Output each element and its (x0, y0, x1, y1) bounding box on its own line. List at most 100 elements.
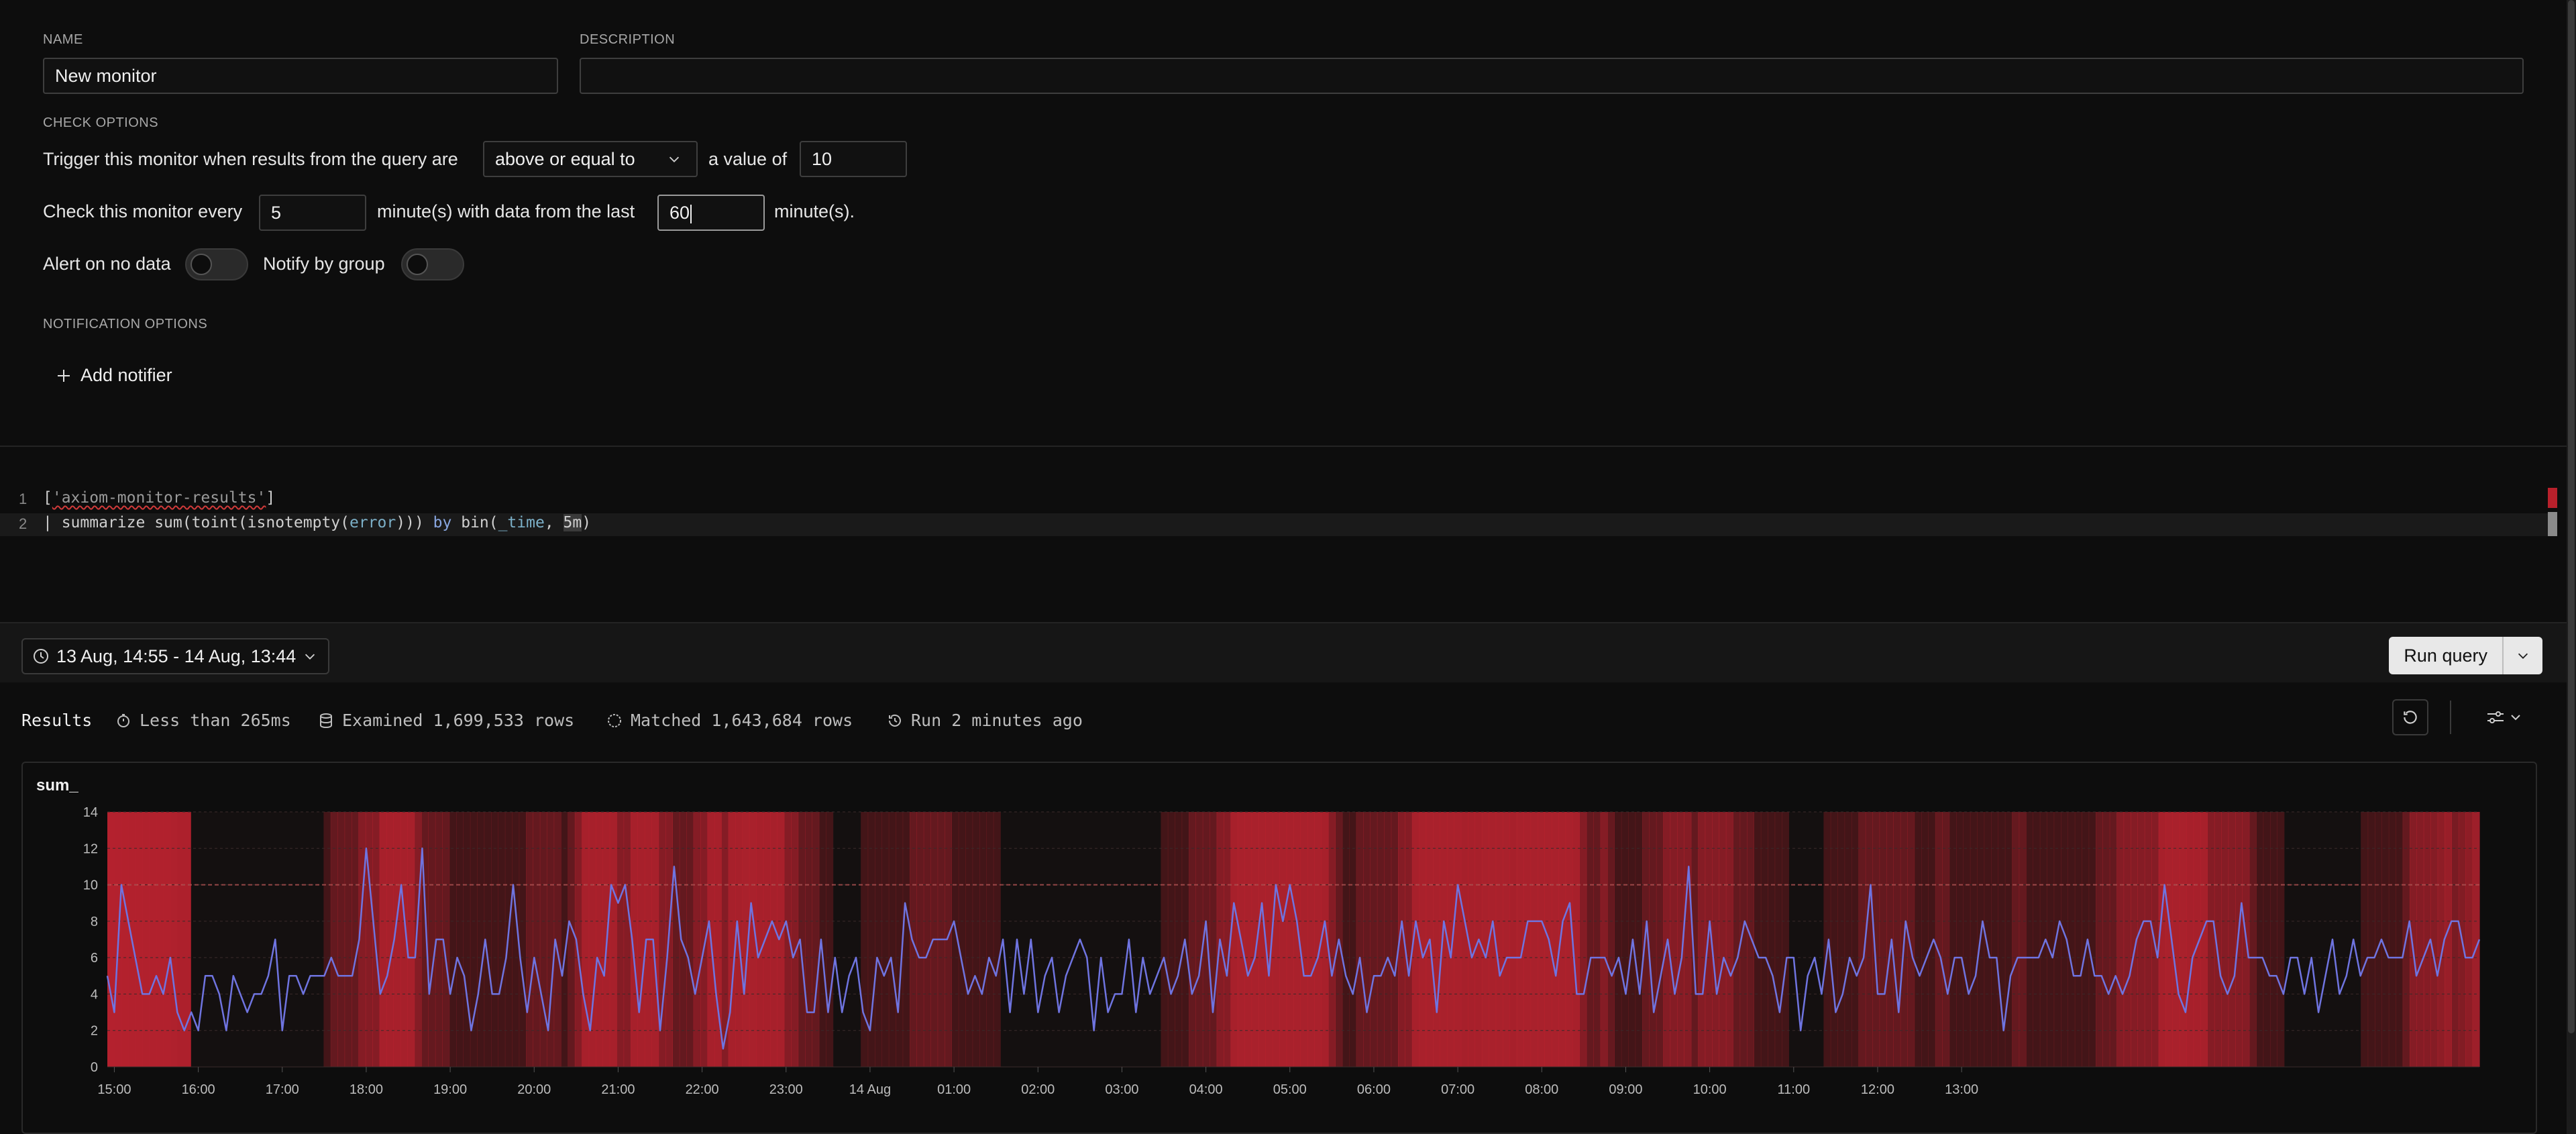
page-scroll-thumb[interactable] (2568, 0, 2575, 1033)
alert-band (609, 812, 617, 1067)
alert-band (1586, 812, 1594, 1067)
threshold-input[interactable]: 10 (800, 141, 907, 177)
alert-no-data-label: Alert on no data (43, 254, 171, 274)
notify-group-label: Notify by group (263, 254, 385, 274)
alert-band (107, 812, 191, 1067)
alert-band (2151, 812, 2159, 1067)
alert-band (1272, 812, 1280, 1067)
run-options-button[interactable] (2502, 637, 2542, 674)
alert-band (2096, 812, 2103, 1067)
alert-band (958, 812, 966, 1067)
alert-band (519, 812, 527, 1067)
alert-band (2381, 812, 2390, 1067)
query-editor[interactable]: 1 2 ['axiom-monitor-results'] | summariz… (0, 448, 2567, 622)
alert-band (2249, 812, 2257, 1067)
alert-band (323, 812, 331, 1067)
alert-band (449, 812, 457, 1067)
operator-select[interactable]: above or equal to (483, 141, 698, 177)
alert-band (875, 812, 882, 1067)
alert-band (1949, 812, 1957, 1067)
alert-band (693, 812, 701, 1067)
window-input[interactable]: 60 (657, 195, 765, 231)
notify-group-toggle[interactable] (401, 248, 464, 280)
alert-band (2137, 812, 2145, 1067)
alert-band (616, 812, 625, 1067)
alert-band (1844, 812, 1852, 1067)
x-tick-label: 16:00 (182, 1082, 215, 1097)
alert-band (2026, 812, 2033, 1067)
alert-band (979, 812, 987, 1067)
alert-band (2074, 812, 2082, 1067)
trigger-text: Trigger this monitor when results from t… (43, 149, 458, 169)
alert-band (1558, 812, 1566, 1067)
alert-band (1440, 812, 1448, 1067)
alert-band (407, 812, 415, 1067)
name-input[interactable]: New monitor (43, 58, 558, 94)
chart-plot[interactable]: 0 2 4 6 8 10 12 14 15:00 16:00 17:00 18:00 19:00 20:… (23, 763, 2536, 1133)
alert-band (1530, 812, 1538, 1067)
alert-band (1768, 812, 1776, 1067)
alert-band (700, 812, 708, 1067)
x-tick-label: 04:00 (1189, 1082, 1223, 1097)
add-notifier-button[interactable]: Add notifier (56, 365, 172, 386)
refresh-button[interactable] (2392, 699, 2428, 735)
alert-band (637, 812, 645, 1067)
alert-band (2109, 812, 2117, 1067)
alert-band (1719, 812, 1727, 1067)
time-range-picker[interactable]: 13 Aug, 14:55 - 14 Aug, 13:44 (21, 638, 330, 674)
alert-band (1837, 812, 1845, 1067)
time-range-value: 13 Aug, 14:55 - 14 Aug, 13:44 (56, 646, 297, 666)
alert-band (2186, 812, 2194, 1067)
x-tick-label: 18:00 (350, 1082, 383, 1097)
page-scrollbar[interactable] (2567, 0, 2576, 1134)
database-icon (320, 713, 332, 728)
alert-band (596, 812, 603, 1067)
matched-stat: Matched 1,643,684 rows (606, 711, 853, 730)
window-suffix: minute(s). (774, 201, 855, 221)
x-tick-label: 01:00 (937, 1082, 971, 1097)
alert-band (2256, 812, 2264, 1067)
duration-stat: Less than 265ms (115, 711, 291, 730)
alert-band (728, 812, 736, 1067)
every-input[interactable]: 5 (259, 195, 366, 231)
alert-band (491, 812, 498, 1067)
alert-band (818, 812, 826, 1067)
alert-band (337, 812, 345, 1067)
alert-band (414, 812, 422, 1067)
alert-band (672, 812, 680, 1067)
alert-band (1656, 812, 1664, 1067)
alert-band (1970, 812, 1978, 1067)
alert-band (2221, 812, 2229, 1067)
description-input[interactable] (580, 58, 2524, 94)
alert-band (881, 812, 890, 1067)
alert-band (330, 812, 338, 1067)
alert-band (1300, 812, 1308, 1067)
chart-settings-button[interactable] (2479, 699, 2533, 735)
alert-band (1175, 812, 1183, 1067)
editor-scroll-thumb[interactable] (2548, 512, 2557, 536)
alert-band (686, 812, 694, 1067)
y-tick-label: 8 (91, 915, 98, 929)
code-line-1: ['axiom-monitor-results'] (43, 489, 276, 507)
alert-no-data-toggle[interactable] (185, 248, 248, 280)
alert-band (888, 812, 896, 1067)
alert-band (2033, 812, 2041, 1067)
examined-stat: Examined 1,699,533 rows (318, 711, 574, 730)
alert-band (582, 812, 590, 1067)
operator-value: above or equal to (495, 149, 635, 169)
sliders-icon (2487, 711, 2520, 723)
toggle-knob (191, 254, 212, 275)
x-tick-label: 09:00 (1609, 1082, 1642, 1097)
chevron-down-icon (305, 654, 315, 660)
alert-band (1733, 812, 1741, 1067)
alert-band (1621, 812, 1629, 1067)
alert-band (2361, 812, 2369, 1067)
alert-band (1167, 812, 1175, 1067)
alert-band (539, 812, 547, 1067)
run-query-button[interactable]: Run query (2389, 637, 2502, 674)
alert-band (2068, 812, 2076, 1067)
alert-band (1195, 812, 1203, 1067)
alert-band (463, 812, 471, 1067)
alert-band (2116, 812, 2125, 1067)
alert-band (756, 812, 764, 1067)
